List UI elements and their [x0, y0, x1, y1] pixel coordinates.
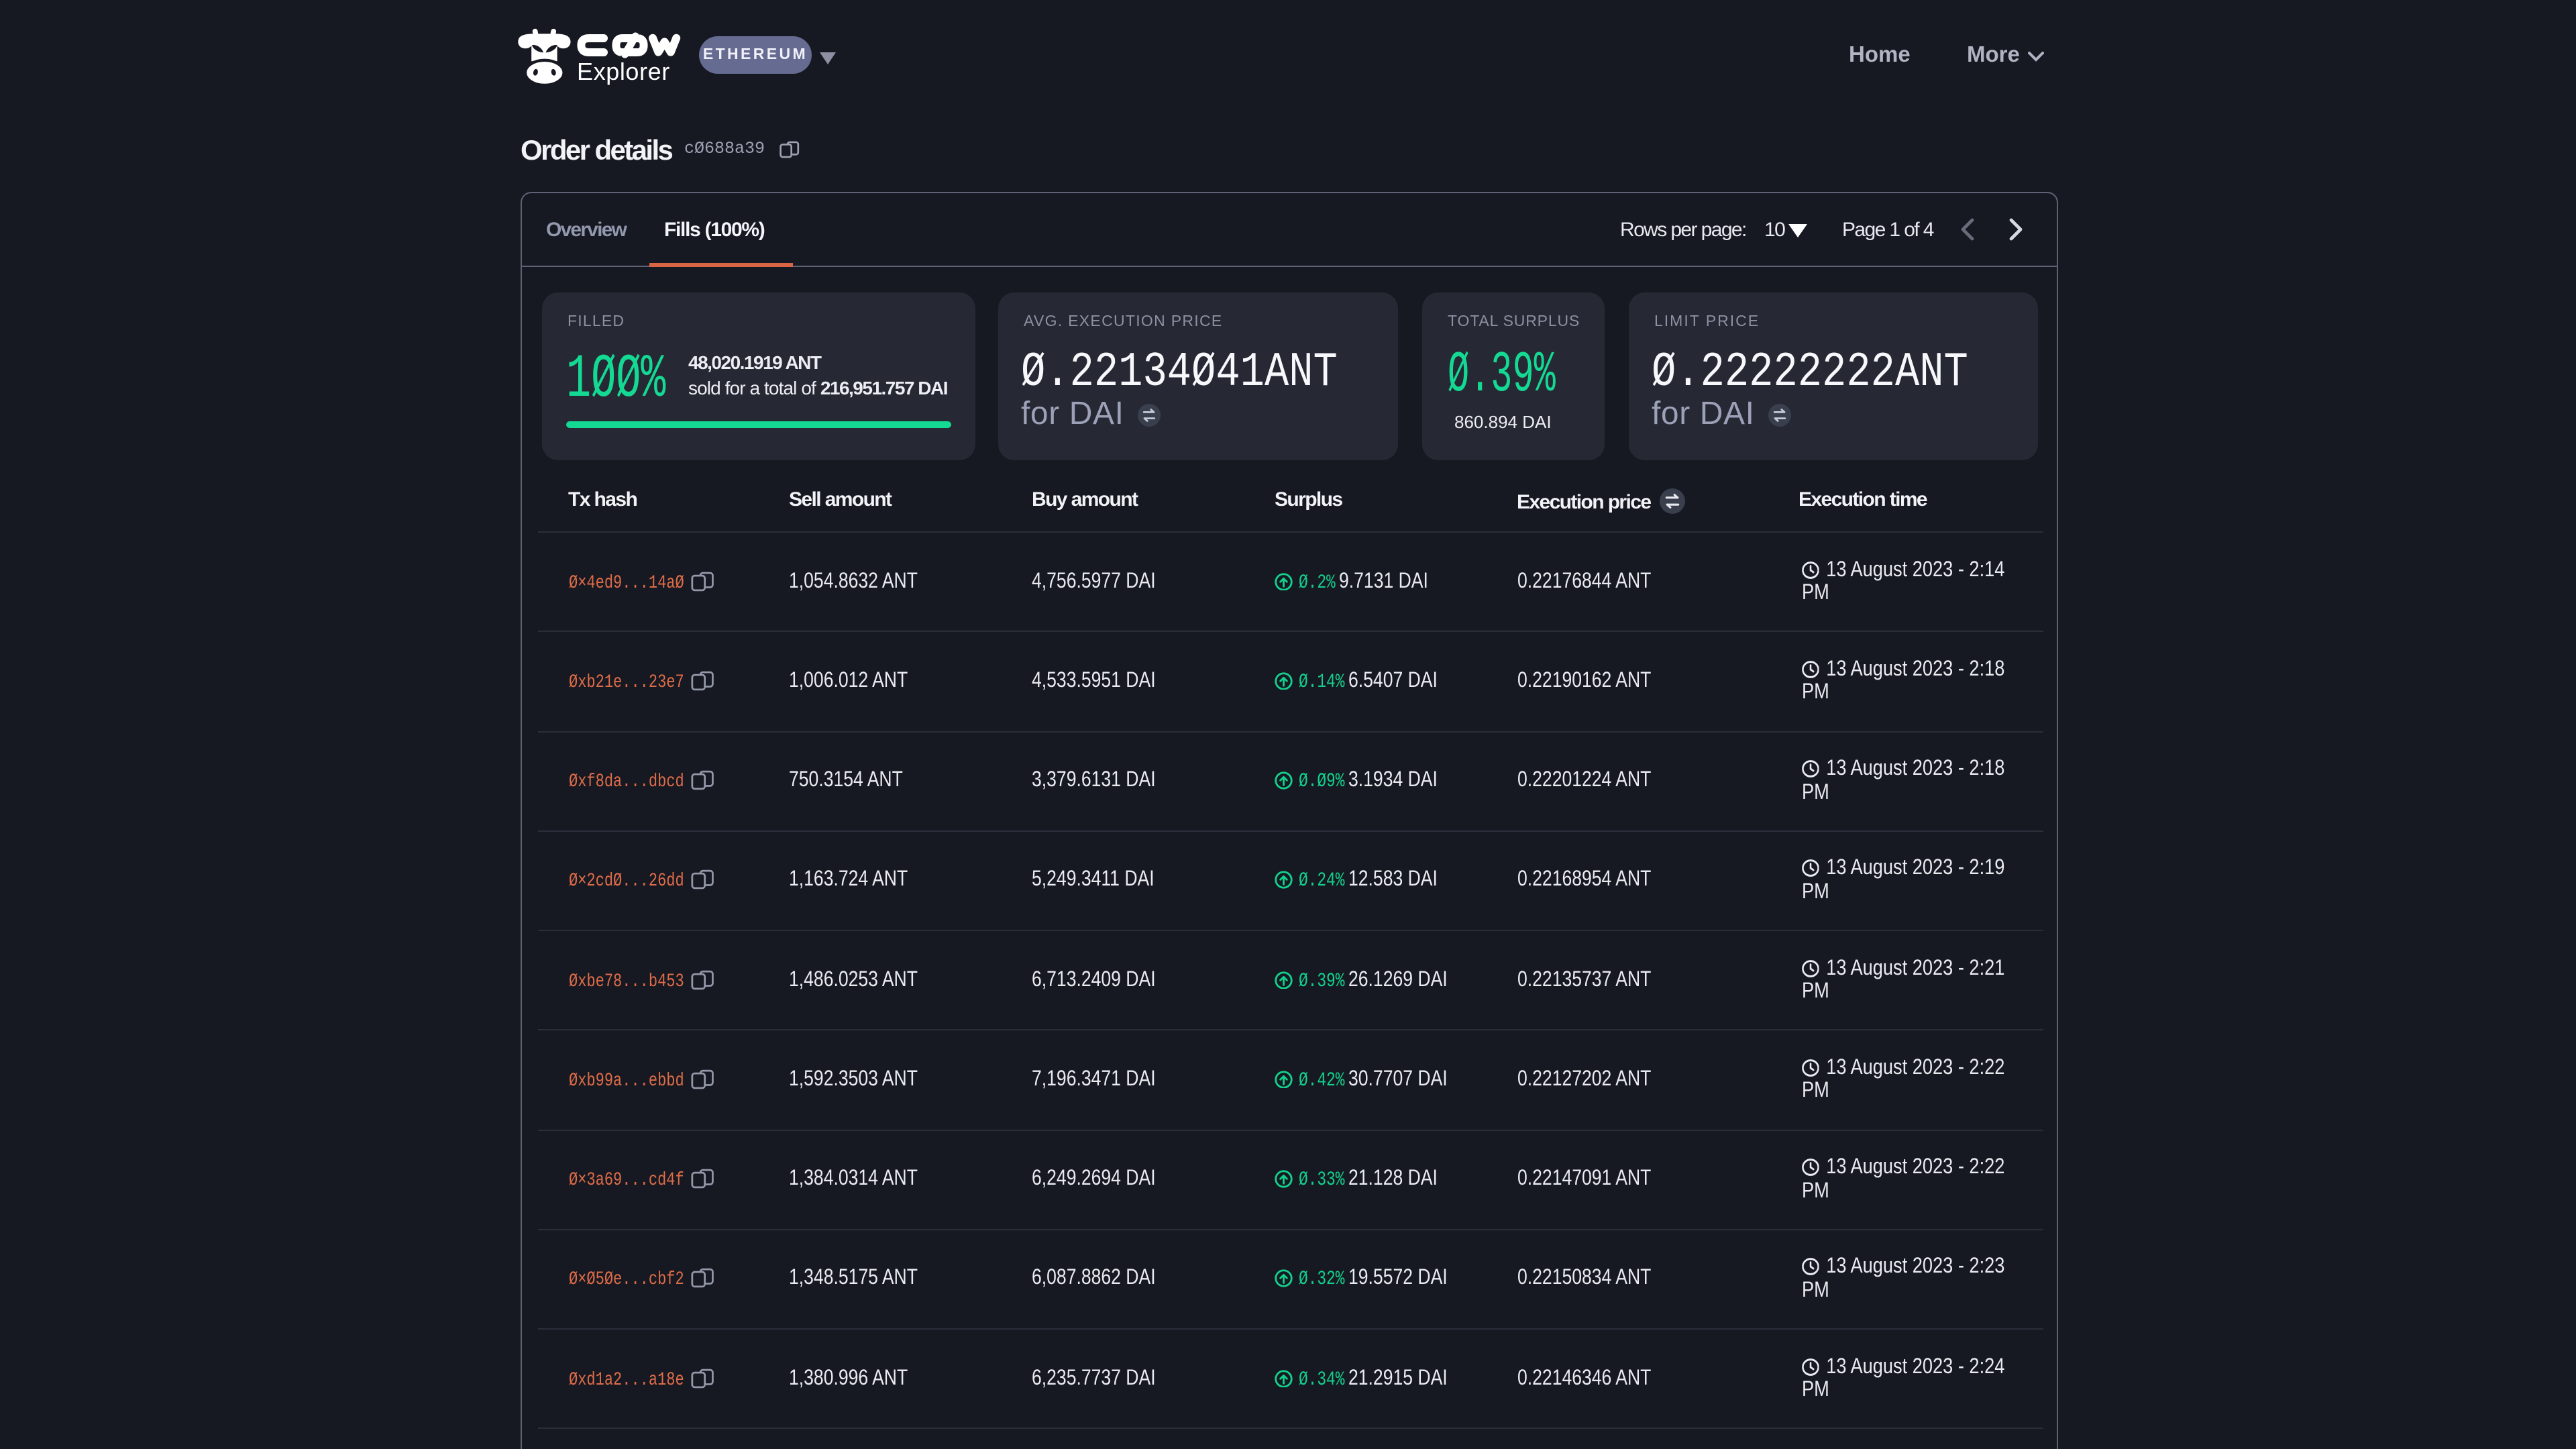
svg-text:Explorer: Explorer — [577, 58, 670, 85]
